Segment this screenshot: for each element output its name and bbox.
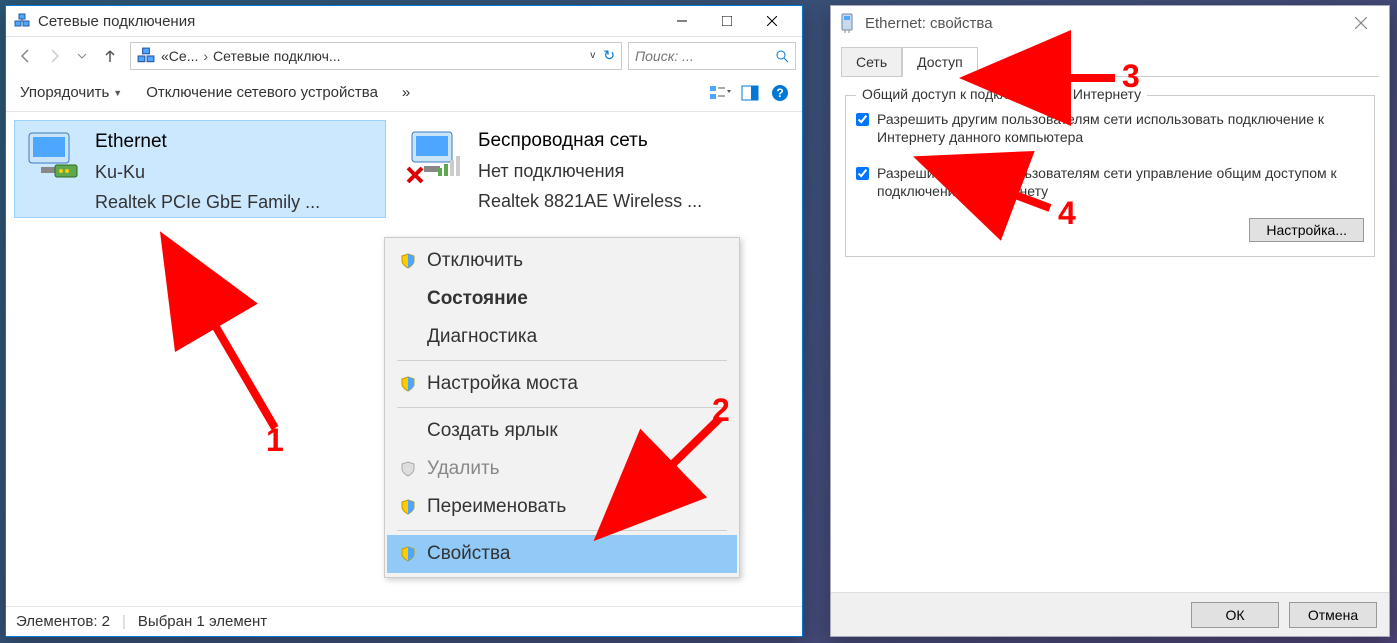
shield-icon xyxy=(397,499,419,515)
tab-access[interactable]: Доступ xyxy=(902,47,978,77)
ctx-bridge[interactable]: Настройка моста xyxy=(387,365,737,403)
ethernet-icon xyxy=(839,12,855,34)
items-count: Элементов: 2 xyxy=(16,613,110,630)
window-title: Ethernet: свойства xyxy=(865,15,1341,32)
refresh-button[interactable]: ↻ xyxy=(603,47,615,64)
organize-menu[interactable]: Упорядочить▼ xyxy=(14,80,128,105)
wifi-adapter-icon xyxy=(406,126,466,186)
settings-button[interactable]: Настройка... xyxy=(1249,218,1364,242)
allow-control-checkbox[interactable] xyxy=(856,166,869,181)
ctx-properties[interactable]: Свойства xyxy=(387,535,737,573)
dialog-body: Сеть Доступ Общий доступ к подключению к… xyxy=(831,40,1389,257)
allow-control-label: Разрешить другим пользователям сети упра… xyxy=(877,164,1364,200)
ethernet-adapter-icon xyxy=(23,127,83,187)
address-bar[interactable]: « Се... › Сетевые подключ... v ↻ xyxy=(130,42,622,70)
ctx-rename[interactable]: Переименовать xyxy=(387,488,737,526)
help-button[interactable]: ? xyxy=(766,80,794,106)
ethernet-properties-window: Ethernet: свойства Сеть Доступ Общий дос… xyxy=(830,5,1390,637)
connection-name: Беспроводная сеть xyxy=(478,126,702,156)
breadcrumb-part[interactable]: Сетевые подключ... xyxy=(213,48,340,64)
preview-pane-button[interactable] xyxy=(736,80,764,106)
ctx-divider xyxy=(397,530,727,531)
allow-sharing-label: Разрешить другим пользователям сети испо… xyxy=(877,110,1364,146)
maximize-button[interactable] xyxy=(704,7,749,35)
cancel-button[interactable]: Отмена xyxy=(1289,602,1377,628)
ctx-delete[interactable]: Удалить xyxy=(387,450,737,488)
disable-device-button[interactable]: Отключение сетевого устройства xyxy=(140,80,384,105)
allow-sharing-checkbox[interactable] xyxy=(856,112,869,127)
connection-name: Ethernet xyxy=(95,127,320,157)
connection-wifi[interactable]: Беспроводная сеть Нет подключения Realte… xyxy=(398,120,770,218)
minimize-button[interactable] xyxy=(659,7,704,35)
breadcrumb-dropdown[interactable]: v xyxy=(590,50,595,61)
recent-button[interactable] xyxy=(68,42,96,70)
svg-text:?: ? xyxy=(776,86,783,100)
shield-icon xyxy=(397,376,419,392)
network-folder-icon xyxy=(137,47,155,65)
ctx-status[interactable]: Состояние xyxy=(387,280,737,318)
overflow-button[interactable]: » xyxy=(396,80,416,105)
status-bar: Элементов: 2 | Выбран 1 элемент xyxy=(6,606,802,636)
ctx-diagnose[interactable]: Диагностика xyxy=(387,318,737,356)
breadcrumb-part[interactable]: Се... xyxy=(169,48,199,64)
titlebar: Ethernet: свойства xyxy=(831,6,1389,40)
view-menu[interactable] xyxy=(706,80,734,106)
ok-button[interactable]: ОК xyxy=(1191,602,1279,628)
shield-icon xyxy=(397,253,419,269)
toolbar: Упорядочить▼ Отключение сетевого устройс… xyxy=(6,74,802,112)
close-button[interactable] xyxy=(1341,12,1381,34)
window-title: Сетевые подключения xyxy=(38,13,659,30)
forward-button[interactable] xyxy=(40,42,68,70)
connection-status: Нет подключения xyxy=(478,156,702,186)
search-input[interactable]: Поиск: ... xyxy=(628,42,796,70)
tab-strip: Сеть Доступ xyxy=(841,46,1379,77)
fieldset-legend: Общий доступ к подключению к Интернету xyxy=(856,86,1147,102)
connection-status: Ku-Ku xyxy=(95,157,320,187)
ctx-disable[interactable]: Отключить xyxy=(387,242,737,280)
titlebar: Сетевые подключения xyxy=(6,6,802,36)
ctx-divider xyxy=(397,360,727,361)
up-button[interactable] xyxy=(96,42,124,70)
connection-adapter: Realtek PCIe GbE Family ... xyxy=(95,187,320,217)
search-icon xyxy=(775,49,789,63)
connection-adapter: Realtek 8821AE Wireless ... xyxy=(478,186,702,216)
dialog-buttons: ОК Отмена xyxy=(831,592,1389,636)
shield-icon xyxy=(397,546,419,562)
close-button[interactable] xyxy=(749,7,794,35)
context-menu: Отключить Состояние Диагностика Настройк… xyxy=(384,237,740,578)
search-placeholder: Поиск: ... xyxy=(635,48,775,64)
connection-ethernet[interactable]: Ethernet Ku-Ku Realtek PCIe GbE Family .… xyxy=(14,120,386,218)
shield-icon xyxy=(397,461,419,477)
ics-fieldset: Общий доступ к подключению к Интернету Р… xyxy=(845,95,1375,257)
back-button[interactable] xyxy=(12,42,40,70)
ctx-shortcut[interactable]: Создать ярлык xyxy=(387,412,737,450)
address-bar-row: « Се... › Сетевые подключ... v ↻ Поиск: … xyxy=(6,36,802,74)
tab-network[interactable]: Сеть xyxy=(841,47,902,77)
selected-count: Выбран 1 элемент xyxy=(138,613,267,630)
network-folder-icon xyxy=(14,13,30,29)
ctx-divider xyxy=(397,407,727,408)
